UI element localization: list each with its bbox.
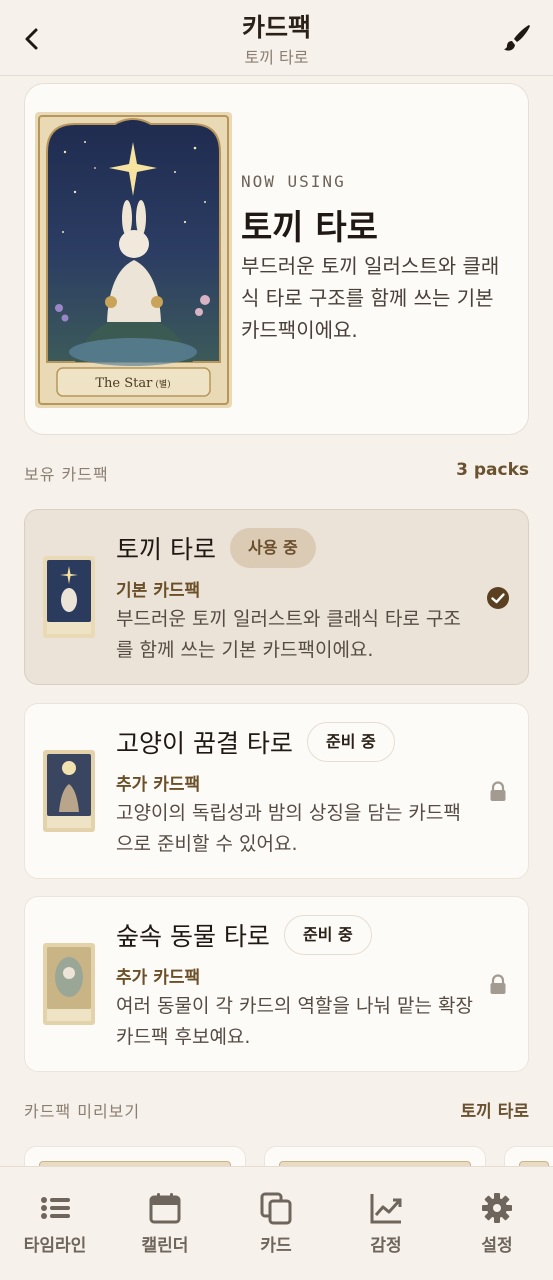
cards-icon bbox=[260, 1192, 292, 1225]
preview-label: 카드팩 미리보기 bbox=[24, 1102, 141, 1121]
nav-label: 감정 bbox=[370, 1236, 402, 1256]
chart-icon bbox=[370, 1194, 402, 1224]
pack-card-cat[interactable]: 고양이 꿈결 타로 준비 중 추가 카드팩 고양이의 독립성과 밤의 상징을 담… bbox=[24, 703, 529, 879]
current-pack-description: 부드러운 토끼 일러스트와 클래식 타로 구조를 함께 쓰는 기본 카드팩이에요… bbox=[241, 254, 500, 342]
pack-kind: 추가 카드팩 bbox=[116, 968, 201, 988]
nav-settings[interactable]: 설정 bbox=[442, 1167, 552, 1280]
nav-label: 캘린더 bbox=[141, 1236, 189, 1256]
pack-card-forest[interactable]: 숲속 동물 타로 준비 중 추가 카드팩 여러 동물이 각 카드의 역할을 나눠… bbox=[24, 896, 529, 1072]
pack-kind: 추가 카드팩 bbox=[116, 775, 201, 795]
lock-icon bbox=[490, 974, 506, 994]
rabbit-card-thumbnail bbox=[43, 556, 95, 638]
coming-soon-badge: 준비 중 bbox=[307, 722, 395, 762]
pack-name: 토끼 타로 bbox=[116, 535, 216, 564]
in-use-badge: 사용 중 bbox=[230, 528, 316, 568]
pack-name: 숲속 동물 타로 bbox=[116, 922, 270, 951]
current-pack-name: 토끼 타로 bbox=[241, 208, 378, 248]
nav-calendar[interactable]: 캘린더 bbox=[110, 1167, 220, 1280]
owned-packs-label: 보유 카드팩 bbox=[24, 465, 109, 484]
nav-timeline[interactable]: 타임라인 bbox=[0, 1167, 110, 1280]
pack-name: 고양이 꿈결 타로 bbox=[116, 729, 293, 758]
pack-description: 고양이의 독립성과 밤의 상징을 담는 카드팩으로 준비할 수 있어요. bbox=[116, 802, 461, 855]
preview-selected-pack[interactable]: 토끼 타로 bbox=[461, 1097, 529, 1122]
check-circle-icon bbox=[487, 587, 509, 609]
nav-label: 카드 bbox=[260, 1236, 292, 1256]
current-pack-hero: The Star (별) NOW USING 토끼 타로 부드러운 토끼 일러스트… bbox=[24, 83, 529, 435]
now-using-label: NOW USING bbox=[241, 172, 346, 191]
bottom-nav: 타임라인 캘린더 카드 감정 설정 bbox=[0, 1166, 553, 1280]
nav-label: 설정 bbox=[481, 1236, 513, 1256]
nav-cards[interactable]: 카드 bbox=[221, 1167, 331, 1280]
coming-soon-badge: 준비 중 bbox=[284, 915, 372, 955]
cat-card-thumbnail bbox=[43, 750, 95, 832]
forest-card-thumbnail bbox=[43, 943, 95, 1025]
pack-description: 부드러운 토끼 일러스트와 클래식 타로 구조를 함께 쓰는 기본 카드팩이에요… bbox=[116, 608, 461, 661]
calendar-icon bbox=[149, 1193, 181, 1224]
pack-description: 여러 동물이 각 카드의 역할을 나눠 맡는 확장 카드팩 후보예요. bbox=[116, 995, 473, 1048]
nav-label: 타임라인 bbox=[23, 1236, 87, 1256]
pack-count: 3 packs bbox=[456, 460, 529, 480]
app-header: 카드팩 토끼 타로 bbox=[0, 0, 553, 76]
paintbrush-icon[interactable] bbox=[501, 22, 533, 54]
list-icon bbox=[41, 1197, 70, 1219]
card-caption-sub: (별) bbox=[155, 379, 170, 390]
page-title: 카드팩 bbox=[241, 13, 311, 42]
pack-kind: 기본 카드팩 bbox=[116, 581, 201, 601]
pack-card-rabbit[interactable]: 토끼 타로 사용 중 기본 카드팩 부드러운 토끼 일러스트와 클래식 타로 구… bbox=[24, 509, 529, 685]
nav-emotion[interactable]: 감정 bbox=[331, 1167, 441, 1280]
gear-icon bbox=[482, 1193, 512, 1223]
page-subtitle: 토끼 타로 bbox=[244, 48, 309, 67]
lock-icon bbox=[490, 781, 506, 801]
star-tarot-card-art: The Star (별) bbox=[35, 112, 232, 408]
